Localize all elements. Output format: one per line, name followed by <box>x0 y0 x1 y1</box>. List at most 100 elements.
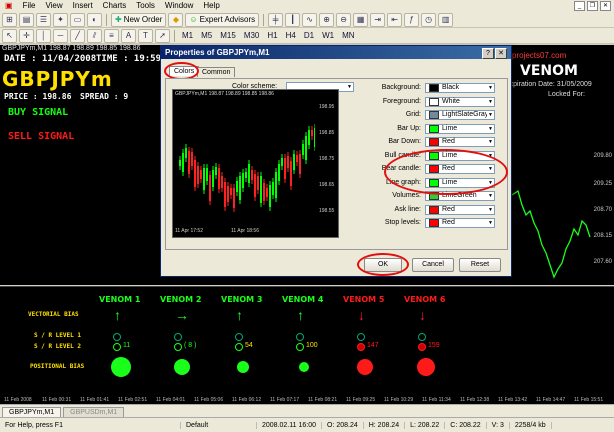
metaeditor-icon[interactable]: ◆ <box>168 12 184 27</box>
preview-price: 198.55 <box>319 208 335 214</box>
level1-circle-icon <box>357 333 365 341</box>
new-chart-icon[interactable]: ⊞ <box>2 12 17 27</box>
preview-candle <box>200 170 202 179</box>
indicators-icon[interactable]: ƒ <box>404 12 420 27</box>
app-icon[interactable]: ▣ <box>0 0 18 12</box>
terminal-icon[interactable]: ▭ <box>70 12 85 27</box>
tile-icon[interactable]: ▦ <box>353 12 369 27</box>
timeframe-m30[interactable]: M30 <box>241 31 263 40</box>
field-label: Ask line: <box>394 205 421 213</box>
chevron-down-icon: ▼ <box>488 139 493 145</box>
line-chart-icon[interactable]: ∿ <box>302 12 318 27</box>
text-icon[interactable]: A <box>121 28 136 43</box>
preview-candle <box>191 152 193 166</box>
timeframe-m5[interactable]: M5 <box>198 31 215 40</box>
bar-chart-icon[interactable]: ╪ <box>268 12 284 27</box>
restore-icon[interactable]: ❐ <box>587 1 598 11</box>
menu-view[interactable]: View <box>40 0 67 12</box>
cursor-icon[interactable]: ↖ <box>2 28 17 43</box>
menu-file[interactable]: File <box>18 0 41 12</box>
close-icon[interactable]: ✕ <box>495 48 507 59</box>
field-label: Volumes: <box>392 192 421 199</box>
arrow-icon[interactable]: ➚ <box>155 28 170 43</box>
field-label: Foreground: <box>382 97 421 105</box>
time-tick: 11 Feb 01:41 <box>80 397 110 403</box>
menu-charts[interactable]: Charts <box>98 0 132 12</box>
trendline-icon[interactable]: ╱ <box>70 28 85 43</box>
price-tick: 207.60 <box>593 259 612 265</box>
market-watch-icon[interactable]: ☰ <box>36 12 51 27</box>
zoom-out-icon[interactable]: ⊖ <box>336 12 352 27</box>
price-line <box>512 189 591 279</box>
minimize-icon[interactable]: _ <box>574 1 585 11</box>
label-icon[interactable]: T <box>138 28 153 43</box>
status-high: H: 208.24 <box>364 421 406 429</box>
preview-candle <box>215 167 217 175</box>
timeframe-w1[interactable]: W1 <box>319 31 337 40</box>
time-tick: 11 Feb 12:38 <box>460 397 490 403</box>
color-value: Red <box>442 205 455 213</box>
color-select[interactable]: Red ▼ <box>425 218 495 228</box>
tab-common[interactable]: Common <box>197 67 236 77</box>
periods-icon[interactable]: ◷ <box>421 12 437 27</box>
crosshair-icon[interactable]: ✛ <box>19 28 34 43</box>
tester-icon[interactable]: ◐ <box>87 12 102 27</box>
preview-candle <box>302 144 304 155</box>
level1-circle-icon <box>235 333 243 341</box>
project-link: projects07.com <box>512 51 567 60</box>
level2-circle-icon <box>418 343 426 351</box>
level2-circle-icon <box>113 343 121 351</box>
menu-bar: ▣ File View Insert Charts Tools Window H… <box>0 0 614 12</box>
preview-candle <box>257 176 259 190</box>
preview-price: 198.85 <box>319 130 335 136</box>
zoom-in-icon[interactable]: ⊕ <box>319 12 335 27</box>
templates-icon[interactable]: ▥ <box>438 12 454 27</box>
window-controls: _ ❐ ✕ <box>574 1 614 11</box>
profiles-icon[interactable]: ▤ <box>19 12 34 27</box>
menu-help[interactable]: Help <box>198 0 224 12</box>
vertical-line-icon[interactable]: │ <box>36 28 51 43</box>
preview-candle <box>218 168 220 189</box>
candlestick-icon[interactable]: ┃ <box>285 12 301 27</box>
tab-gbpjpy[interactable]: GBPJPYm,M1 <box>2 407 62 417</box>
close-icon[interactable]: ✕ <box>600 1 611 11</box>
status-traffic: 2258/4 kb <box>510 421 552 429</box>
chevron-down-icon: ▼ <box>488 98 493 105</box>
timeframe-h1[interactable]: H1 <box>264 31 280 40</box>
fibonacci-icon[interactable]: ≡ <box>104 28 119 43</box>
new-order-button[interactable]: ✚ New Order <box>111 12 167 27</box>
chevron-down-icon: ▼ <box>488 193 493 199</box>
timeframe-h4[interactable]: H4 <box>283 31 299 40</box>
preview-chart: GBPJPYm,M1 198.87 198.89 198.85 198.86 1… <box>172 89 339 238</box>
tab-gbpusd[interactable]: GBPUSDm,M1 <box>63 407 125 417</box>
navigator-icon[interactable]: ✦ <box>53 12 68 27</box>
preview-candle <box>209 175 211 201</box>
field-label: Stop levels: <box>384 219 421 226</box>
help-icon[interactable]: ? <box>482 48 494 59</box>
color-select[interactable]: Red ▼ <box>425 204 495 215</box>
timeframe-m1[interactable]: M1 <box>179 31 196 40</box>
expert-advisors-button[interactable]: ☺ Expert Advisors <box>185 12 260 27</box>
preview-candle <box>272 182 274 195</box>
color-select[interactable]: Red ▼ <box>425 137 495 147</box>
preview-candle <box>266 188 268 197</box>
color-select[interactable]: Black ▼ <box>425 83 495 93</box>
timeframe-m15[interactable]: M15 <box>217 31 239 40</box>
reset-button[interactable]: Reset <box>459 258 501 272</box>
color-select[interactable]: Lime ▼ <box>425 123 495 134</box>
cancel-button[interactable]: Cancel <box>412 258 454 272</box>
menu-insert[interactable]: Insert <box>68 0 98 12</box>
autoscroll-icon[interactable]: ⇥ <box>370 12 386 27</box>
chart-shift-icon[interactable]: ⇤ <box>387 12 403 27</box>
color-select[interactable]: LightSlateGray ▼ <box>425 110 495 120</box>
menu-window[interactable]: Window <box>160 0 198 12</box>
time-tick: 11 Feb 11:34 <box>422 397 451 403</box>
preview-price: 198.65 <box>319 182 335 188</box>
channel-icon[interactable]: ⫽ <box>87 28 102 43</box>
color-select[interactable]: White ▼ <box>425 96 495 107</box>
timeframe-mn[interactable]: MN <box>339 31 357 40</box>
timeframe-d1[interactable]: D1 <box>301 31 317 40</box>
horizontal-line-icon[interactable]: ─ <box>53 28 68 43</box>
color-swatch <box>429 84 439 92</box>
menu-tools[interactable]: Tools <box>131 0 160 12</box>
